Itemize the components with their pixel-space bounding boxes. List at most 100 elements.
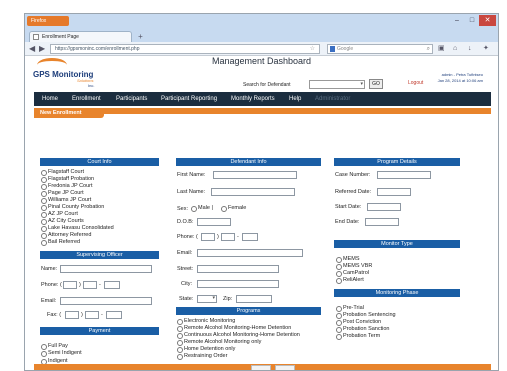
last-name-label: Last Name: [177,189,206,195]
addons-icon[interactable]: ✦ [483,44,489,54]
court-option[interactable]: Bail Referred [41,239,80,246]
court-option[interactable]: Attorney Referred [41,232,91,239]
footer-button[interactable] [251,365,271,370]
officer-name-input[interactable] [60,265,152,273]
phone-separator: ) [217,234,219,240]
user-name: admin - Petra Tufintseo [441,72,483,77]
program-option[interactable]: Restraining Order [177,353,227,360]
url-bar[interactable]: https://gpsmoninc.com/enrollment.php ☆ [50,44,320,54]
go-button[interactable]: GO [369,79,383,89]
forward-arrow-icon[interactable]: ▶ [39,44,45,54]
nav-participants[interactable]: Participants [116,92,147,106]
officer-fax-area-input[interactable] [65,311,79,319]
sex-female-radio[interactable]: Female [221,205,246,212]
page-title: Management Dashboard [211,56,312,66]
bookmarks-icon[interactable]: ▣ [438,44,445,54]
court-option[interactable]: Fredonia JP Court [41,183,93,190]
payment-option[interactable]: Full Pay [41,343,68,350]
home-icon[interactable]: ⌂ [453,44,457,54]
dob-input[interactable] [197,218,231,226]
logout-link[interactable]: Logout [408,80,423,86]
court-option[interactable]: AZ JP Court [41,211,78,218]
tab-new-enrollment[interactable]: New Enrollment [34,108,104,118]
program-option[interactable]: Electronic Monitoring [177,318,235,325]
court-option[interactable]: AZ City Courts [41,218,84,225]
nav-administrator[interactable]: Administrator [315,92,350,106]
back-arrow-icon[interactable]: ◀ [29,44,35,54]
defendant-phone-prefix-input[interactable] [221,233,235,241]
referred-date-input[interactable] [377,188,411,196]
street-input[interactable] [197,265,279,273]
defendant-email-input[interactable] [197,249,303,257]
programs-header: Programs [176,307,321,315]
minimize-icon[interactable]: – [450,15,464,26]
bookmark-star-icon[interactable]: ☆ [310,45,315,53]
court-option[interactable]: Flagstaff Probation [41,176,94,183]
browser-tabbar: Enrollment Page + [25,29,498,42]
case-number-input[interactable] [377,171,431,179]
monitoring-phase-option[interactable]: Probation Sanction [336,326,389,333]
monitoring-phase-option[interactable]: Post Conviction [336,319,381,326]
monitor-type-option[interactable]: MEMS VBR [336,263,372,270]
start-date-input[interactable] [367,203,401,211]
officer-fax-prefix-input[interactable] [85,311,99,319]
browser-tab[interactable]: Enrollment Page [29,31,132,42]
court-option[interactable]: Williams JP Court [41,197,91,204]
sex-male-radio[interactable]: Male | [191,205,213,212]
court-option[interactable]: Pinal County Probation [41,204,104,211]
download-icon[interactable]: ↓ [468,44,472,54]
firefox-menu-button[interactable]: Firefox [27,16,69,26]
city-input[interactable] [197,280,279,288]
footer-button[interactable] [275,365,295,370]
program-option[interactable]: Remote Alcohol Monitoring only [177,339,261,346]
officer-email-input[interactable] [60,297,152,305]
zip-input[interactable] [236,295,272,303]
search-icon[interactable]: ⌕ [427,45,430,53]
officer-phone-line-input[interactable] [104,281,120,289]
officer-phone-label: Phone: ( [41,282,62,288]
officer-phone-prefix-input[interactable] [83,281,97,289]
nav-monthly-reports[interactable]: Monthly Reports [231,92,275,106]
nav-enrollment[interactable]: Enrollment [72,92,101,106]
search-engine-icon [330,46,335,52]
new-tab-button[interactable]: + [135,32,146,41]
program-option[interactable]: Continuous Alcohol Monitoring-Home Deten… [177,332,300,339]
page-favicon-icon [33,34,39,40]
monitoring-phase-option[interactable]: Probation Sentencing [336,312,396,319]
end-date-input[interactable] [365,218,399,226]
defendant-phone-area-input[interactable] [201,233,215,241]
url-text: https://gpsmoninc.com/enrollment.php [55,46,140,52]
defendant-search-select[interactable] [309,80,365,89]
first-name-label: First Name: [177,172,206,178]
court-option[interactable]: Page JP Court [41,190,84,197]
tab-title: Enrollment Page [42,34,79,40]
monitor-type-option[interactable]: CamPatrol [336,270,369,277]
maximize-icon[interactable]: □ [465,15,479,26]
monitoring-phase-option[interactable]: Pre-Trial [336,305,364,312]
officer-phone-area-input[interactable] [63,281,77,289]
officer-fax-label: Fax: ( [47,312,62,318]
monitor-type-option[interactable]: MEMS [336,256,360,263]
phone-separator: - [99,282,101,288]
last-name-input[interactable] [211,188,295,196]
browser-search-input[interactable]: Google ⌕ [327,44,433,54]
nav-participant-reporting[interactable]: Participant Reporting [161,92,217,106]
program-option[interactable]: Remote Alcohol Monitoring-Home Detention [177,325,291,332]
officer-fax-line-input[interactable] [106,311,122,319]
monitor-type-option[interactable]: ReliAlert [336,277,364,284]
close-icon[interactable]: ✕ [479,15,496,26]
state-select[interactable] [197,295,217,303]
payment-option[interactable]: Semi Indigent [41,350,82,357]
court-option[interactable]: Flagstaff Court [41,169,84,176]
program-option[interactable]: Home Detention only [177,346,235,353]
defendant-phone-line-input[interactable] [242,233,258,241]
court-info-header: Court Info [40,158,159,166]
court-option[interactable]: Lake Havasu Consolidated [41,225,114,232]
phone-separator: ) [79,282,81,288]
browser-titlebar: Firefox – □ ✕ [25,14,498,29]
first-name-input[interactable] [213,171,297,179]
nav-home[interactable]: Home [42,92,58,106]
nav-help[interactable]: Help [289,92,301,106]
start-date-label: Start Date: [335,204,362,210]
monitoring-phase-option[interactable]: Probation Term [336,333,380,340]
